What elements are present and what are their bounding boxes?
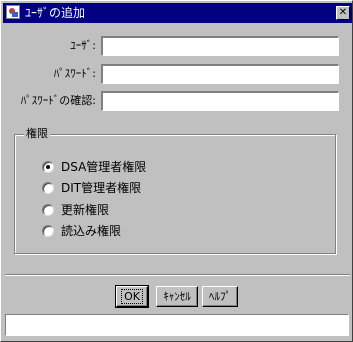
status-bar [5,314,349,336]
user-label: ﾕｰｻﾞ: [70,39,96,52]
radio-button[interactable] [42,182,54,194]
radio-button[interactable] [42,204,54,216]
dialog-window: ﾕｰｻﾞの追加 ✕ ﾕｰｻﾞ: ﾊﾟｽﾜｰﾄﾞ: ﾊﾟｽﾜｰﾄﾞの確認: 権限 … [0,0,353,342]
close-button[interactable]: ✕ [336,6,350,20]
title-bar[interactable]: ﾕｰｻﾞの追加 ✕ [3,3,352,23]
ok-button[interactable]: OK [115,285,149,308]
close-icon: ✕ [338,7,348,18]
help-button[interactable]: ﾍﾙﾌﾟ [202,286,238,307]
radio-label: DSA管理者権限 [61,160,147,174]
cancel-button[interactable]: ｷｬﾝｾﾙ [156,286,198,307]
ok-button-label: OK [121,289,143,304]
help-button-label: ﾍﾙﾌﾟ [209,290,231,303]
permissions-legend: 権限 [24,127,50,141]
radio-label: 更新権限 [61,203,110,217]
password-confirm-label: ﾊﾟｽﾜｰﾄﾞの確認: [20,94,96,107]
radio-button[interactable] [42,225,54,237]
radio-label: 読込み権限 [61,224,122,238]
password-input[interactable] [101,64,339,84]
cancel-button-label: ｷｬﾝｾﾙ [163,290,191,303]
radio-button-checked[interactable] [42,161,54,173]
window-title: ﾕｰｻﾞの追加 [25,6,86,20]
separator [5,274,350,276]
password-confirm-input[interactable] [101,91,339,111]
radio-label: DIT管理者権限 [61,181,142,195]
password-label: ﾊﾟｽﾜｰﾄﾞ: [53,67,96,80]
app-icon [6,5,20,19]
user-input[interactable] [101,36,339,56]
